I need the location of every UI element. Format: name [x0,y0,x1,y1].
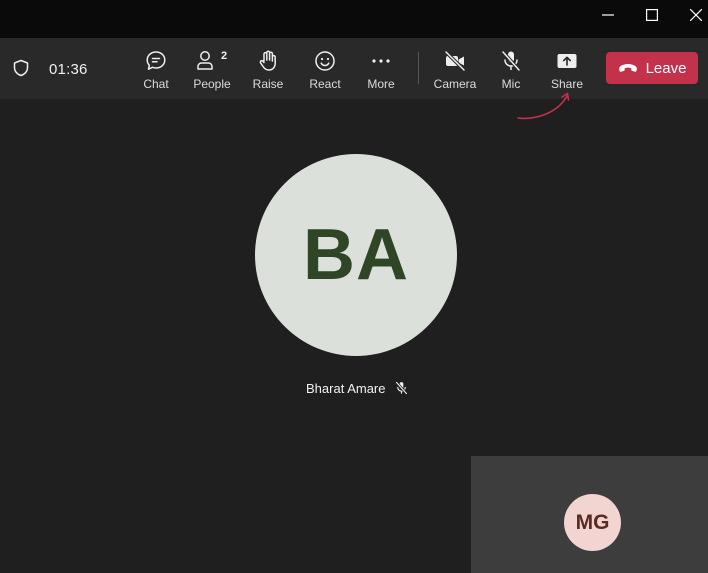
raise-label: Raise [252,77,284,91]
people-icon: 2 [197,48,228,74]
more-button[interactable]: More [354,48,408,94]
maximize-button[interactable] [630,0,674,30]
mic-off-icon [498,48,524,74]
react-label: React [309,77,341,91]
raise-hand-button[interactable]: Raise [241,48,295,94]
mic-button[interactable]: Mic [484,48,538,94]
leave-label: Leave [645,59,687,77]
shield-icon[interactable] [12,59,30,77]
participant-name: Bharat Amare [306,380,386,396]
share-icon [554,48,580,74]
hand-icon [255,48,281,74]
share-button[interactable]: Share [540,48,594,94]
self-avatar: MG [564,494,621,551]
annotation-arrow [517,92,570,120]
meeting-timer: 01:36 [49,61,88,78]
people-button[interactable]: 2 People [185,48,239,94]
chat-icon [143,48,169,74]
camera-off-icon [442,48,468,74]
react-button[interactable]: React [298,48,352,94]
close-icon [690,9,702,21]
minimize-icon [602,14,614,16]
title-bar [0,0,708,38]
people-count: 2 [221,50,228,62]
smiley-icon [312,48,338,74]
chat-label: Chat [143,77,169,91]
mic-off-icon [395,381,407,395]
more-label: More [367,77,395,91]
participant-initials: BA [303,215,409,295]
minimize-button[interactable] [586,0,630,30]
self-initials: MG [575,510,610,534]
camera-label: Camera [433,77,477,91]
more-icon [368,48,394,74]
close-window-button[interactable] [674,0,708,30]
share-label: Share [550,77,584,91]
camera-button[interactable]: Camera [428,48,482,94]
chat-button[interactable]: Chat [129,48,183,94]
phone-hangup-icon [618,64,637,72]
self-view-tile[interactable]: MG [471,456,708,573]
participant-avatar[interactable]: BA [255,154,457,356]
leave-button[interactable]: Leave [606,52,698,84]
mic-label: Mic [501,77,521,91]
people-label: People [193,77,231,91]
toolbar-divider [418,52,419,84]
meeting-toolbar: 01:36 Chat 2 People Raise React More Cam… [0,38,708,99]
participant-name-tag: Bharat Amare [306,380,409,396]
maximize-icon [646,9,658,21]
